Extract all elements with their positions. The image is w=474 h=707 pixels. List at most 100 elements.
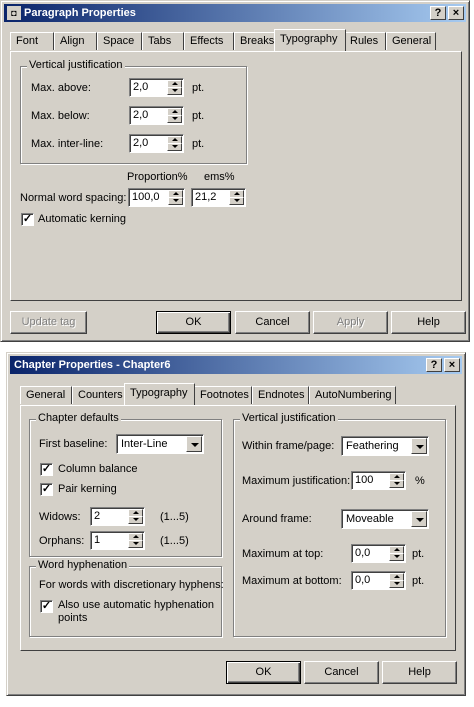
tab-breaks[interactable]: Breaks <box>234 32 278 50</box>
tab-typography[interactable]: Typography <box>124 383 195 405</box>
cancel-button[interactable]: Cancel <box>304 661 379 684</box>
title-bar[interactable]: Chapter Properties - Chapter6 ? × <box>10 356 462 374</box>
orphans-label: Orphans: <box>39 535 85 547</box>
proportion-stepper[interactable]: 100,0 <box>128 188 185 207</box>
max-top-stepper[interactable]: 0,0 <box>351 544 406 563</box>
title-bar[interactable]: ◘ Paragraph Properties ? × <box>4 4 466 22</box>
auto-hyphenation-label-line1[interactable]: Also use automatic hyphenation <box>58 599 214 611</box>
chevron-down-icon[interactable] <box>411 438 427 454</box>
tab-typography[interactable]: Typography <box>274 29 346 51</box>
help-button[interactable]: Help <box>391 311 466 334</box>
tab-counters[interactable]: Counters <box>72 386 127 404</box>
apply-button[interactable]: Apply <box>313 311 388 334</box>
help-button[interactable]: Help <box>382 661 457 684</box>
automatic-kerning-checkbox[interactable]: ✓ <box>21 213 34 226</box>
ok-button[interactable]: OK <box>156 311 231 334</box>
tab-general[interactable]: General <box>386 32 436 50</box>
column-balance-checkbox[interactable]: ✓ <box>40 463 53 476</box>
orphans-stepper[interactable]: 1 <box>90 531 145 550</box>
hyphenation-description: For words with discretionary hyphens: <box>39 579 224 591</box>
spin-down-icon[interactable] <box>128 516 143 524</box>
tab-panel: Vertical justification Max. above: 2,0 p… <box>10 51 462 301</box>
column-balance-label[interactable]: Column balance <box>58 463 138 475</box>
automatic-kerning-label[interactable]: Automatic kerning <box>38 213 126 225</box>
help-title-button[interactable]: ? <box>426 358 442 372</box>
tab-effects[interactable]: Effects <box>184 32 234 50</box>
tab-label: Typography <box>130 387 188 399</box>
check-icon: ✓ <box>41 600 52 612</box>
spin-down-icon[interactable] <box>389 553 404 561</box>
tab-label: Rules <box>350 35 379 47</box>
tab-label: AutoNumbering <box>315 389 392 401</box>
proportion-header: Proportion% <box>127 171 188 183</box>
ems-header: ems% <box>204 171 235 183</box>
tab-rules[interactable]: Rules <box>344 32 386 50</box>
proportion-value: 100,0 <box>132 191 160 203</box>
percent-unit: % <box>415 475 425 487</box>
tab-space[interactable]: Space <box>97 32 142 50</box>
spin-down-icon[interactable] <box>389 480 404 488</box>
tab-autonumbering[interactable]: AutoNumbering <box>309 386 396 404</box>
first-baseline-select[interactable]: Inter-Line <box>116 434 204 454</box>
close-title-button[interactable]: × <box>448 6 464 20</box>
spin-down-icon[interactable] <box>167 143 182 151</box>
pt-unit: pt. <box>192 138 205 150</box>
tab-tabs[interactable]: Tabs <box>142 32 184 50</box>
within-frame-select[interactable]: Feathering <box>341 436 429 456</box>
orphans-value: 1 <box>94 534 101 546</box>
max-justification-stepper[interactable]: 100 <box>351 471 406 490</box>
chevron-down-icon[interactable] <box>186 436 202 452</box>
word-hyphenation-group: Word hyphenation For words with discreti… <box>29 559 224 637</box>
spin-down-icon[interactable] <box>389 580 404 588</box>
tab-label: Align <box>60 35 85 47</box>
max-top-value: 0,0 <box>355 547 371 559</box>
spin-down-icon[interactable] <box>167 115 182 123</box>
chapter-defaults-group: Chapter defaults First baseline: Inter-L… <box>29 412 222 557</box>
group-title: Vertical justification <box>27 59 125 71</box>
word-spacing-label: Normal word spacing: <box>20 192 127 204</box>
pair-kerning-checkbox[interactable]: ✓ <box>40 483 53 496</box>
around-frame-select[interactable]: Moveable <box>341 509 429 529</box>
help-title-button[interactable]: ? <box>430 6 446 20</box>
tab-font[interactable]: Font <box>10 32 54 50</box>
check-icon: ✓ <box>22 213 33 225</box>
ems-stepper[interactable]: 21,2 <box>191 188 246 207</box>
pair-kerning-label[interactable]: Pair kerning <box>58 483 117 495</box>
max-top-label: Maximum at top: <box>242 548 324 560</box>
tab-label: Typography <box>280 33 338 45</box>
cancel-button[interactable]: Cancel <box>235 311 310 334</box>
within-frame-value: Feathering <box>346 440 399 452</box>
ok-button[interactable]: OK <box>226 661 301 684</box>
chevron-down-icon[interactable] <box>411 511 427 527</box>
max-interline-label: Max. inter-line: <box>31 138 104 150</box>
auto-hyphenation-label-line2[interactable]: points <box>58 612 87 624</box>
check-icon: ✓ <box>41 463 52 475</box>
spin-down-icon[interactable] <box>229 197 244 205</box>
pt-unit: pt. <box>412 575 425 587</box>
tab-label: Counters <box>78 389 123 401</box>
paragraph-properties-dialog: ◘ Paragraph Properties ? × Font Align Sp… <box>0 0 470 342</box>
tab-general[interactable]: General <box>20 386 72 404</box>
tab-footnotes[interactable]: Footnotes <box>194 386 252 404</box>
system-menu-icon[interactable]: ◘ <box>7 6 21 20</box>
spin-down-icon[interactable] <box>168 197 183 205</box>
max-above-stepper[interactable]: 2,0 <box>129 78 184 97</box>
widows-stepper[interactable]: 2 <box>90 507 145 526</box>
close-title-button[interactable]: × <box>444 358 460 372</box>
max-below-label: Max. below: <box>31 110 90 122</box>
max-below-stepper[interactable]: 2,0 <box>129 106 184 125</box>
update-tag-button[interactable]: Update tag <box>10 311 87 334</box>
tab-align[interactable]: Align <box>54 32 97 50</box>
pt-unit: pt. <box>192 110 205 122</box>
tab-endnotes[interactable]: Endnotes <box>252 386 309 404</box>
max-interline-stepper[interactable]: 2,0 <box>129 134 184 153</box>
pt-unit: pt. <box>412 548 425 560</box>
spin-down-icon[interactable] <box>167 87 182 95</box>
max-bottom-value: 0,0 <box>355 574 371 586</box>
max-bottom-stepper[interactable]: 0,0 <box>351 571 406 590</box>
tab-label: General <box>26 389 66 401</box>
auto-hyphenation-checkbox[interactable]: ✓ <box>40 600 53 613</box>
first-baseline-label: First baseline: <box>39 438 108 450</box>
orphans-range: (1...5) <box>160 535 189 547</box>
spin-down-icon[interactable] <box>128 540 143 548</box>
